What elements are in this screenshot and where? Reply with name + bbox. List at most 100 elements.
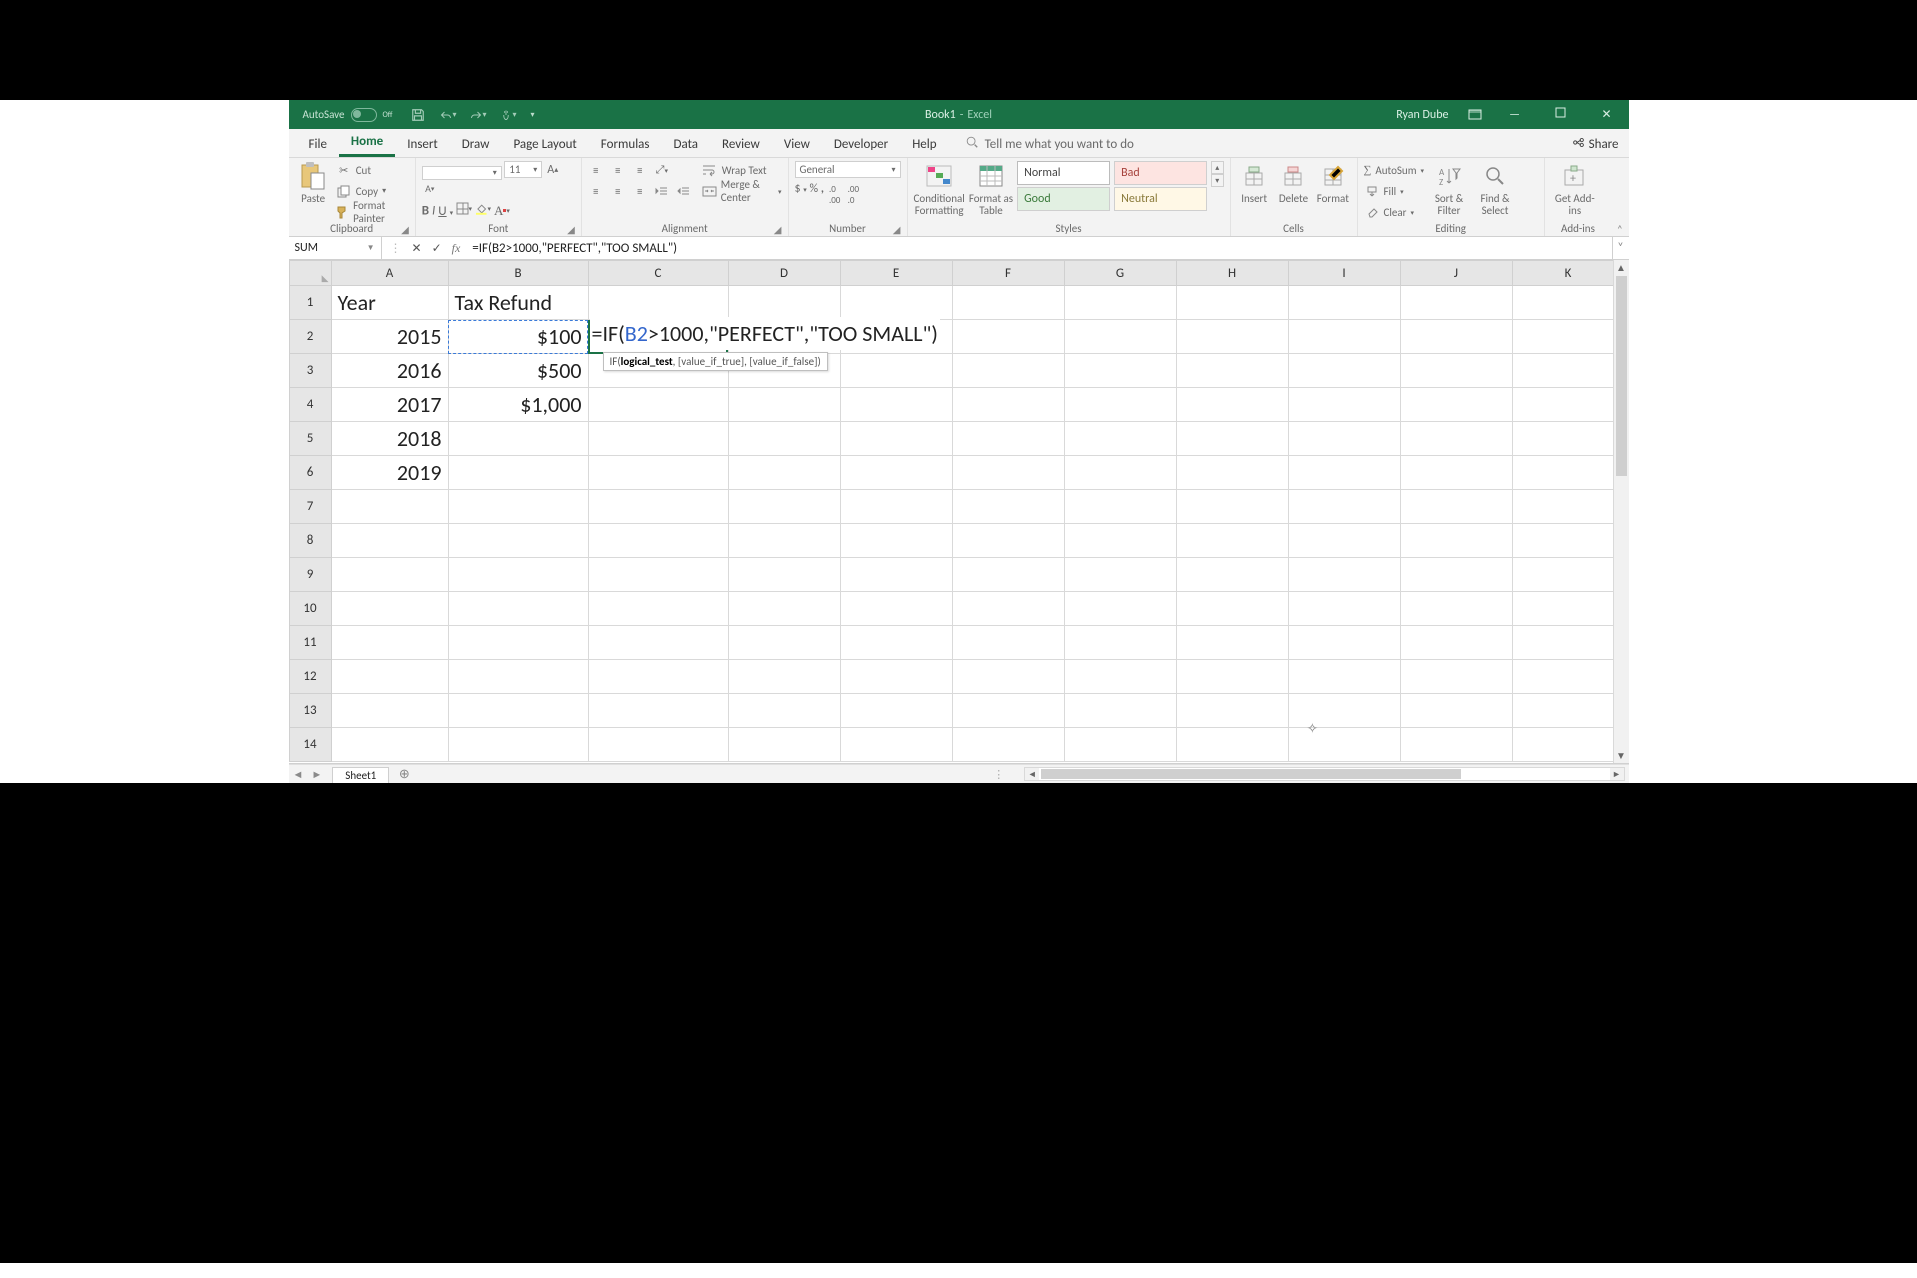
format-painter-button[interactable]: Format Painter <box>336 203 409 221</box>
cell-A2[interactable]: 2015 <box>331 320 448 354</box>
find-select-button[interactable]: Find & Select <box>1474 161 1516 216</box>
tab-view[interactable]: View <box>772 131 822 157</box>
cell-B4[interactable]: $1,000 <box>448 388 588 422</box>
orientation-icon[interactable]: ⤢▾ <box>654 162 670 178</box>
row-header[interactable]: 8 <box>289 524 331 558</box>
row-header[interactable]: 3 <box>289 354 331 388</box>
grow-font-icon[interactable]: A▴ <box>545 162 561 178</box>
col-header[interactable]: A <box>331 261 448 286</box>
scroll-left-icon[interactable]: ◄ <box>1025 768 1039 780</box>
ribbon-display-icon[interactable] <box>1467 107 1483 123</box>
style-neutral[interactable]: Neutral <box>1114 187 1207 211</box>
scroll-up-icon[interactable]: ▲ <box>1614 260 1629 275</box>
select-all-button[interactable]: ◣ <box>289 261 331 286</box>
row-header[interactable]: 5 <box>289 422 331 456</box>
tab-page-layout[interactable]: Page Layout <box>501 131 588 157</box>
row-header[interactable]: 9 <box>289 558 331 592</box>
sheet-nav-prev[interactable]: ◄ <box>289 768 308 781</box>
touch-mode-icon[interactable]: ▾ <box>500 107 516 123</box>
col-header[interactable]: H <box>1176 261 1288 286</box>
tab-file[interactable]: File <box>297 131 339 157</box>
col-header[interactable]: G <box>1064 261 1176 286</box>
tab-home[interactable]: Home <box>339 128 395 157</box>
row-header[interactable]: 1 <box>289 286 331 320</box>
tab-developer[interactable]: Developer <box>822 131 900 157</box>
decrease-indent-icon[interactable] <box>654 183 670 199</box>
align-right-icon[interactable]: ≡ <box>632 183 648 199</box>
scroll-thumb[interactable] <box>1616 276 1627 476</box>
row-header[interactable]: 14 <box>289 728 331 762</box>
font-size-combo[interactable]: 11▾ <box>504 161 542 178</box>
wrap-text-button[interactable]: Wrap Text <box>702 161 782 179</box>
border-icon[interactable]: ▾ <box>456 200 472 216</box>
cell-C1[interactable] <box>588 286 728 320</box>
cell-B1[interactable]: Tax Refund <box>448 286 588 320</box>
row-header[interactable]: 7 <box>289 490 331 524</box>
italic-button[interactable]: I <box>432 204 435 219</box>
sort-filter-button[interactable]: AZSort & Filter <box>1428 161 1470 216</box>
formula-input[interactable]: =IF(B2>1000,"PERFECT","TOO SMALL") <box>468 237 1611 259</box>
undo-icon[interactable]: ▾ <box>440 107 456 123</box>
sheet-nav-next[interactable]: ► <box>307 768 326 781</box>
tab-review[interactable]: Review <box>710 131 772 157</box>
tab-insert[interactable]: Insert <box>395 131 450 157</box>
tab-help[interactable]: Help <box>900 131 948 157</box>
format-as-table-button[interactable]: Format as Table <box>969 161 1013 216</box>
cell-A1[interactable]: Year <box>331 286 448 320</box>
row-header[interactable]: 12 <box>289 660 331 694</box>
hscroll-thumb[interactable] <box>1041 769 1461 779</box>
close-button[interactable]: ✕ <box>1593 107 1621 122</box>
vertical-scrollbar[interactable]: ▲ ▼ <box>1613 260 1629 763</box>
align-left-icon[interactable]: ≡ <box>588 183 604 199</box>
delete-cells-button[interactable]: Delete <box>1276 161 1311 205</box>
col-header[interactable]: B <box>448 261 588 286</box>
accounting-format-icon[interactable]: $ ▾ <box>795 182 807 196</box>
fill-color-icon[interactable]: ▾ <box>475 200 491 216</box>
clipboard-dialog-launcher[interactable]: ◢ <box>401 223 409 236</box>
autosave-toggle[interactable]: AutoSave Off <box>303 108 393 122</box>
font-color-icon[interactable]: A▾ <box>494 203 510 219</box>
cell-A3[interactable]: 2016 <box>331 354 448 388</box>
tab-draw[interactable]: Draw <box>450 131 502 157</box>
style-good[interactable]: Good <box>1017 187 1110 211</box>
redo-icon[interactable]: ▾ <box>470 107 486 123</box>
cancel-formula-button[interactable]: ✕ <box>412 241 422 256</box>
row-header[interactable]: 6 <box>289 456 331 490</box>
col-header[interactable]: D <box>728 261 840 286</box>
scroll-down-icon[interactable]: ▼ <box>1614 748 1629 763</box>
format-cells-button[interactable]: Format <box>1315 161 1350 205</box>
horizontal-scrollbar[interactable]: ◄ ► <box>1024 767 1624 781</box>
maximize-button[interactable] <box>1547 107 1575 122</box>
style-bad[interactable]: Bad <box>1114 161 1207 185</box>
copy-button[interactable]: Copy ▾ <box>336 182 409 200</box>
row-header[interactable]: 4 <box>289 388 331 422</box>
collapse-ribbon-button[interactable]: ˄ <box>1611 158 1628 236</box>
save-icon[interactable] <box>410 107 426 123</box>
align-top-icon[interactable]: ≡ <box>588 162 604 178</box>
tell-me-search[interactable]: Tell me what you want to do <box>965 135 1134 157</box>
align-bottom-icon[interactable]: ≡ <box>632 162 648 178</box>
cell-B3[interactable]: $500 <box>448 354 588 388</box>
cell-A4[interactable]: 2017 <box>331 388 448 422</box>
col-header[interactable]: K <box>1512 261 1624 286</box>
font-dialog-launcher[interactable]: ◢ <box>567 223 575 236</box>
percent-format-icon[interactable]: % <box>810 182 819 196</box>
qat-customize-icon[interactable]: ▾ <box>530 110 534 120</box>
minimize-button[interactable]: — <box>1501 108 1529 122</box>
new-sheet-button[interactable]: ⊕ <box>395 765 413 783</box>
col-header[interactable]: E <box>840 261 952 286</box>
expand-formula-bar[interactable]: ˅ <box>1612 237 1629 259</box>
share-button[interactable]: Share <box>1572 136 1619 157</box>
row-header[interactable]: 11 <box>289 626 331 660</box>
underline-button[interactable]: U ▾ <box>438 204 453 219</box>
increase-decimal-icon[interactable]: .0.00 <box>827 187 843 203</box>
clear-button[interactable]: Clear ▾ <box>1364 203 1425 221</box>
conditional-formatting-button[interactable]: Conditional Formatting <box>914 161 965 216</box>
decrease-decimal-icon[interactable]: .00.0 <box>845 187 861 203</box>
autosum-button[interactable]: ∑ AutoSum ▾ <box>1364 161 1425 179</box>
increase-indent-icon[interactable] <box>676 183 692 199</box>
cell-B2[interactable]: $100 <box>448 320 588 354</box>
scroll-right-icon[interactable]: ► <box>1610 768 1624 780</box>
col-header[interactable]: F <box>952 261 1064 286</box>
col-header[interactable]: C <box>588 261 728 286</box>
